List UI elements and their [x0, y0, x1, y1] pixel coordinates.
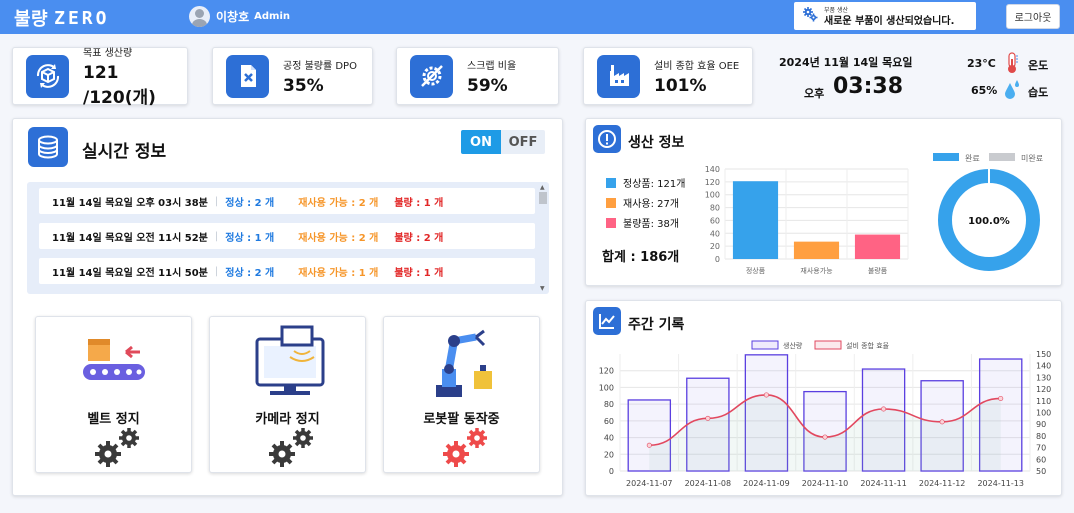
x-tick-label: 2024-11-13 [977, 479, 1024, 488]
oee-point [998, 395, 1004, 401]
y-tick-label: 120 [599, 367, 614, 376]
weekly-legend-production: 생산량 [783, 341, 803, 350]
y2-tick-label: 150 [1036, 350, 1051, 359]
x-tick-label: 2024-11-12 [919, 479, 966, 488]
y2-tick-label: 140 [1036, 362, 1051, 371]
oee-point [822, 434, 828, 440]
y-tick-label: 80 [604, 400, 614, 409]
legend-swatch-production [751, 340, 779, 350]
x-tick-label: 2024-11-08 [685, 479, 732, 488]
y2-tick-label: 90 [1036, 420, 1046, 429]
x-tick-label: 2024-11-11 [860, 479, 907, 488]
legend-swatch-oee [814, 340, 842, 350]
oee-point [646, 442, 652, 448]
x-tick-label: 2024-11-10 [802, 479, 849, 488]
x-tick-label: 2024-11-07 [626, 479, 673, 488]
y-tick-label: 60 [604, 417, 614, 426]
y2-tick-label: 130 [1036, 373, 1051, 382]
y-tick-label: 0 [609, 467, 614, 476]
oee-point [939, 419, 945, 425]
y2-tick-label: 100 [1036, 409, 1051, 418]
oee-point [705, 415, 711, 421]
y2-tick-label: 80 [1036, 432, 1046, 441]
weekly-combo-chart: 생산량 설비 종합 효율 0 20 40 60 80 100 120 50 60 70 80 90 10… [599, 340, 1051, 488]
y-tick-label: 100 [599, 383, 614, 392]
y-tick-label: 40 [604, 434, 614, 443]
y2-tick-label: 50 [1036, 467, 1046, 476]
x-tick-label: 2024-11-09 [743, 479, 790, 488]
y2-tick-label: 60 [1036, 455, 1046, 464]
oee-point [881, 406, 887, 412]
y-tick-label: 20 [604, 450, 614, 459]
y2-tick-label: 110 [1036, 397, 1051, 406]
weekly-legend-oee: 설비 종합 효율 [846, 341, 890, 350]
oee-point [763, 392, 769, 398]
y2-tick-label: 120 [1036, 385, 1051, 394]
y2-tick-label: 70 [1036, 444, 1046, 453]
